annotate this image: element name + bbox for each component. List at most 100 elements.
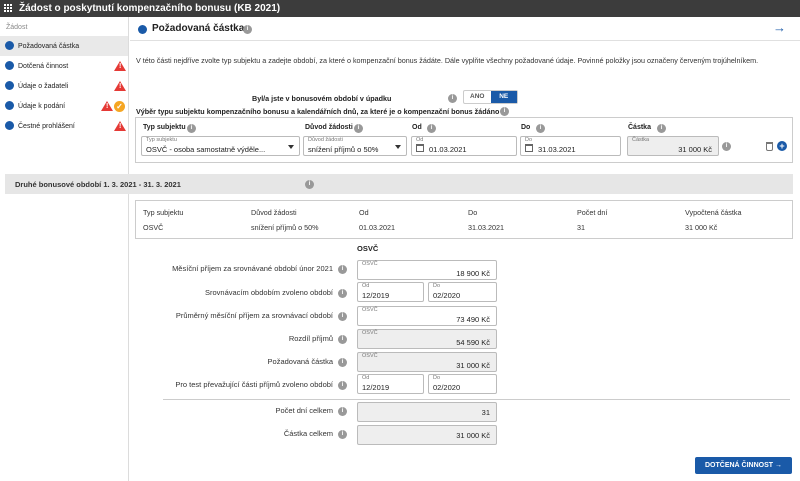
- col-to: Do: [468, 208, 478, 217]
- info-icon[interactable]: i: [338, 289, 347, 298]
- section-title: Požadovaná částka: [152, 23, 245, 34]
- toggle-yes[interactable]: ANO: [464, 91, 491, 103]
- chevron-down-icon: [288, 145, 294, 149]
- warning-icon: [114, 121, 126, 131]
- next-arrow-icon[interactable]: →: [773, 20, 786, 35]
- calendar-icon[interactable]: [416, 144, 424, 152]
- info-icon[interactable]: i: [536, 124, 545, 133]
- calendar-icon[interactable]: [525, 144, 533, 152]
- cell-reason: snížení příjmů o 50%: [251, 223, 319, 232]
- cell-type: OSVČ: [143, 223, 164, 232]
- label-amount-total: Částka celkem: [283, 429, 333, 438]
- col-calc: Vypočtená částka: [685, 208, 742, 217]
- from-date-field[interactable]: Od 01.03.2021: [411, 136, 517, 156]
- label-monthly-income: Měsíční příjem za srovnávané období únor…: [172, 264, 333, 273]
- header-reason: Důvod žádosti: [305, 124, 353, 131]
- info-icon[interactable]: i: [187, 124, 196, 133]
- sidebar-item-label: Čestné prohlášení: [18, 122, 75, 130]
- label-days-total: Počet dní celkem: [275, 406, 333, 415]
- window-titlebar: Žádost o poskytnutí kompenzačního bonusu…: [0, 0, 800, 17]
- label-test-period: Pro test převažující části příjmů zvolen…: [175, 380, 333, 389]
- cell-to: 31.03.2021: [468, 223, 504, 232]
- divider: [163, 399, 790, 400]
- period-band: Druhé bonusové období 1. 3. 2021 - 31. 3…: [5, 174, 793, 194]
- col-from: Od: [359, 208, 369, 217]
- sidebar-header: Žádost: [6, 24, 28, 31]
- sidebar-item-label: Dotčená činnost: [18, 62, 69, 70]
- sidebar: Žádost Požadovaná částka Dotčená činnost…: [0, 17, 129, 481]
- info-icon[interactable]: i: [243, 25, 252, 34]
- info-icon[interactable]: i: [338, 430, 347, 439]
- warning-icon: [114, 81, 126, 91]
- toggle-no[interactable]: NE: [490, 91, 517, 103]
- test-from-field[interactable]: Od 12/2019: [357, 374, 424, 394]
- subject-type-select[interactable]: Typ subjektu OSVČ - osoba samostatně výd…: [141, 136, 300, 156]
- to-date-field[interactable]: Do 31.03.2021: [520, 136, 621, 156]
- info-icon[interactable]: i: [338, 407, 347, 416]
- col-days: Počet dní: [577, 208, 608, 217]
- warning-icon: [101, 101, 113, 111]
- info-icon[interactable]: i: [338, 265, 347, 274]
- detail-subtitle: OSVČ: [357, 244, 379, 253]
- reason-select[interactable]: Důvod žádosti snížení příjmů o 50%: [303, 136, 407, 156]
- sidebar-item-dotcena-cinnost[interactable]: Dotčená činnost: [0, 56, 128, 76]
- info-icon[interactable]: i: [500, 107, 509, 116]
- amount-field: Částka 31 000 Kč: [627, 136, 719, 156]
- section-dot-icon: [138, 25, 147, 34]
- comparison-to-field[interactable]: Do 02/2020: [428, 282, 497, 302]
- info-icon[interactable]: i: [427, 124, 436, 133]
- check-icon: ✓: [114, 101, 125, 112]
- header-to: Do: [521, 124, 531, 131]
- section-dot-icon: [5, 121, 14, 130]
- info-icon[interactable]: i: [338, 335, 347, 344]
- label-income-diff: Rozdíl příjmů: [288, 334, 333, 343]
- section-dot-icon: [5, 101, 14, 110]
- cell-calc: 31 000 Kč: [685, 223, 718, 232]
- chevron-down-icon: [395, 145, 401, 149]
- sidebar-item-label: Údaje k podání: [18, 102, 66, 110]
- label-requested: Požadovaná částka: [267, 357, 333, 366]
- section-dot-icon: [5, 81, 14, 90]
- period-title: Druhé bonusové období 1. 3. 2021 - 31. 3…: [15, 180, 181, 189]
- section-dot-icon: [5, 61, 14, 70]
- intro-text: V této části nejdříve zvolte typ subjekt…: [136, 56, 759, 65]
- comparison-from-field[interactable]: Od 12/2019: [357, 282, 424, 302]
- next-section-button[interactable]: DOTČENÁ ČINNOST →: [695, 457, 792, 474]
- test-to-field[interactable]: Do 02/2020: [428, 374, 497, 394]
- sidebar-item-label: Údaje o žadateli: [18, 82, 69, 90]
- info-icon[interactable]: i: [305, 180, 314, 189]
- insolvency-question: Byl/a jste v bonusovém období v úpadku: [252, 94, 392, 103]
- days-total-field: 31: [357, 402, 497, 422]
- sidebar-item-label: Požadovaná částka: [18, 42, 80, 50]
- header-from: Od: [412, 124, 422, 131]
- cell-days: 31: [577, 223, 585, 232]
- cell-from: 01.03.2021: [359, 223, 395, 232]
- info-icon[interactable]: i: [338, 358, 347, 367]
- header-amount: Částka: [628, 124, 651, 131]
- info-icon[interactable]: i: [354, 124, 363, 133]
- monthly-income-field[interactable]: OSVČ 18 900 Kč: [357, 260, 497, 280]
- sidebar-item-udaje-o-zadateli[interactable]: Údaje o žadateli: [0, 76, 128, 96]
- sidebar-item-pozadovana-castka[interactable]: Požadovaná částka: [0, 36, 128, 56]
- section-header: Požadovaná částka i →: [130, 17, 800, 41]
- sidebar-item-udaje-k-podani[interactable]: Údaje k podání ✓: [0, 96, 128, 116]
- app-grid-icon: [4, 4, 13, 13]
- period-table: [135, 200, 793, 239]
- insolvency-toggle[interactable]: ANO NE: [463, 90, 518, 104]
- add-icon[interactable]: +: [777, 141, 787, 151]
- header-type: Typ subjektu: [143, 124, 186, 131]
- income-diff-field: OSVČ 54 590 Kč: [357, 329, 497, 349]
- label-avg-income: Průměrný měsíční příjem za srovnávací ob…: [175, 311, 333, 320]
- select-title: Výběr typu subjektu kompenzačního bonusu…: [136, 107, 500, 116]
- warning-icon: [114, 61, 126, 71]
- avg-income-field[interactable]: OSVČ 73 490 Kč: [357, 306, 497, 326]
- window-title: Žádost o poskytnutí kompenzačního bonusu…: [19, 3, 281, 14]
- info-icon[interactable]: i: [338, 381, 347, 390]
- info-icon[interactable]: i: [657, 124, 666, 133]
- info-icon[interactable]: i: [722, 142, 731, 151]
- delete-icon[interactable]: [766, 142, 773, 151]
- sidebar-item-cestne-prohlaseni[interactable]: Čestné prohlášení: [0, 116, 128, 136]
- info-icon[interactable]: i: [338, 312, 347, 321]
- amount-total-field: 31 000 Kč: [357, 425, 497, 445]
- info-icon[interactable]: i: [448, 94, 457, 103]
